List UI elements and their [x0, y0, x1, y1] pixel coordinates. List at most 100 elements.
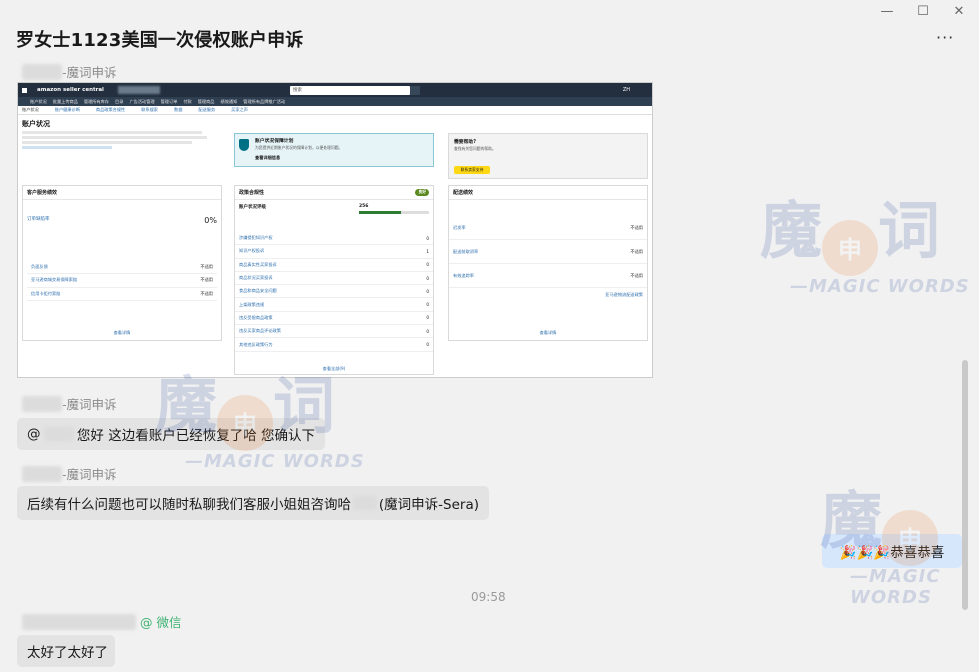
sc-row: 食品和商品安全问题 0	[235, 285, 433, 299]
message-bubble[interactable]: @ 您好 这边看账户已经恢复了哈 您确认下	[17, 418, 325, 450]
sc-panel-title-row: 政策合规性 良好	[235, 186, 433, 200]
sc-row-label: 订单缺陷率	[27, 217, 50, 222]
sc-account-status-title: 账户状况	[22, 120, 50, 128]
sc-row-label: 商品真实性买家投诉	[239, 261, 277, 267]
sc-row: 违反受限商品政策 0	[235, 312, 433, 326]
mention-redacted	[43, 427, 74, 441]
sc-account-desc	[22, 131, 212, 149]
sc-row-value: 0	[426, 288, 429, 294]
sc-score-bar	[359, 211, 429, 214]
sc-row-value: 0	[426, 328, 429, 334]
sc-panel-body: 订单缺陷率 0% 负面反馈 不适用 亚马逊商城交易保障索赔 不适用 信用卡拒付索赔不…	[23, 200, 221, 305]
sc-subtab: 账户状况	[22, 107, 39, 112]
sc-row-label: 商品状况买家投诉	[239, 275, 273, 281]
sc-score-block: 256	[359, 204, 429, 214]
sc-panel-footer: 查看详情	[113, 330, 131, 335]
sc-row-value: 不适用	[200, 290, 213, 296]
sender-name-redacted	[22, 465, 62, 482]
message-sender: -魔词申诉	[22, 464, 117, 483]
sc-subtab: 账户健康诊断	[54, 107, 80, 112]
sc-row: 亚马逊商城交易保障索赔 不适用	[27, 274, 217, 288]
sc-nav-item: 账户状况	[30, 98, 47, 104]
sc-row-value: 不适用	[630, 248, 643, 254]
image-message-screenshot[interactable]: amazon seller central 搜索 ZH 账户状况 批量上传商品 …	[17, 82, 653, 378]
sc-subtab: 数据	[174, 107, 183, 112]
sc-row-label: 信用卡拒付索赔	[31, 290, 61, 296]
sender-suffix: -魔词申诉	[62, 397, 117, 412]
message-text: 后续有什么问题也可以随时私聊我们客服小姐姐咨询哈	[27, 497, 351, 513]
sender-suffix: -魔词申诉	[62, 467, 117, 482]
sc-row-label: 负面反馈	[31, 264, 48, 270]
sc-row-label: 迟发率	[453, 224, 466, 230]
message-text: 您好 这边看账户已经恢复了哈 您确认下	[76, 428, 315, 444]
sc-search: 搜索	[289, 85, 410, 95]
sc-topbar: amazon seller central 搜索 ZH	[18, 83, 652, 97]
sc-row: 其他违反政策行为 0	[235, 338, 433, 352]
message-bubble[interactable]: 太好了太好了	[17, 635, 115, 667]
sc-row: 配送前取消率 不适用	[449, 240, 647, 264]
sc-row-value: 0	[426, 262, 429, 268]
sc-panel-footer: 查看全部(9)	[322, 366, 346, 371]
message-list[interactable]: -魔词申诉 amazon seller central 搜索 ZH 账户状况 批…	[0, 56, 979, 672]
sc-row-value: 0	[426, 342, 429, 348]
close-button[interactable]: ✕	[944, 2, 974, 20]
sc-row: 迟发率 不适用	[449, 216, 647, 240]
sc-row-label: 亚马逊商城交易保障索赔	[31, 277, 78, 283]
sc-odr-row: 订单缺陷率 0%	[27, 216, 217, 225]
sender-suffix: -魔词申诉	[62, 65, 117, 80]
sc-nav-item: 广告活动管理	[129, 98, 155, 104]
sc-row-label: 配送前取消率	[453, 248, 479, 254]
sc-menu-icon	[22, 87, 27, 93]
sc-nav-item: 目录	[115, 98, 124, 104]
sc-subtab: 联系搜索	[141, 107, 158, 112]
sc-row-label: 上架政策违规	[239, 301, 265, 307]
maximize-button[interactable]: ☐	[908, 2, 938, 20]
sc-brand: amazon seller central	[37, 87, 104, 93]
sc-row-value: 0%	[204, 216, 217, 225]
sc-help-body: 查找有关您问题的帮助。	[454, 146, 496, 151]
sc-panel-footer: 查看详情	[539, 330, 557, 335]
sc-row-value: 0	[426, 235, 429, 241]
wechat-tag: @ 微信	[140, 615, 182, 630]
sc-row-value: 0	[426, 275, 429, 281]
sc-shield-icon	[239, 139, 249, 151]
sc-panel-link: 亚马逊物流配送政策	[605, 292, 643, 297]
sender-name-redacted	[22, 395, 62, 412]
sc-row-value: 不适用	[630, 272, 643, 278]
sc-row-label: 有效追踪率	[453, 272, 474, 278]
chat-title: 罗女士1123美国一次侵权账户申诉	[16, 30, 304, 51]
scrollbar[interactable]	[962, 360, 968, 610]
sc-panel-policy: 政策合规性 良好 账户状况评级 256 涉嫌侵犯知识产权 0 知识产权投诉 1 商品…	[234, 185, 434, 375]
sc-help-box: 需要帮助? 查找有关您问题的帮助。 联系卖家支持	[448, 133, 648, 179]
outgoing-message-bubble[interactable]: 🎉🎉🎉恭喜恭喜	[822, 534, 962, 568]
sc-lang: ZH	[622, 87, 630, 93]
sc-score-value: 256	[359, 204, 369, 209]
sc-row-label: 其他违反政策行为	[239, 341, 273, 347]
sc-panel-shipping: 配送绩效 迟发率 不适用 配送前取消率 不适用 有效追踪率 不适用 亚马逊物流配送政策…	[448, 185, 648, 341]
message-bubble[interactable]: 后续有什么问题也可以随时私聊我们客服小姐姐咨询哈 (魔词申诉-Sera)	[17, 486, 489, 520]
sc-help-title: 需要帮助?	[454, 140, 476, 145]
sc-row-label: 违反受限商品政策	[239, 314, 273, 320]
sc-panel-title: 政策合规性	[239, 190, 265, 196]
sc-subtab: 买家之声	[231, 107, 248, 112]
sc-row: 信用卡拒付索赔 不适用	[27, 288, 217, 301]
sc-nav-item: 绩效通知	[220, 98, 238, 104]
sc-row-value: 0	[426, 315, 429, 321]
sc-help-button: 联系卖家支持	[454, 166, 490, 174]
sc-score-label: 账户状况评级	[239, 205, 266, 210]
minimize-button[interactable]: —	[872, 2, 902, 20]
message-sender: -魔词申诉	[22, 62, 117, 81]
timestamp: 09:58	[471, 590, 506, 604]
sc-row: 知识产权投诉 1	[235, 245, 433, 259]
sc-ahr-body: 为您提供近期账户状况的保障计划，以便处理问题。	[255, 145, 343, 150]
sender-name-redacted	[22, 63, 62, 80]
sc-nav-item: 管理订单	[160, 98, 178, 104]
sc-subtabs: 账户状况 账户健康诊断 商品政策合规性 联系搜索 数据 配送服务 买家之声	[18, 106, 652, 115]
sc-nav-item: 批量上传商品	[52, 98, 78, 104]
contact-redacted	[353, 496, 377, 510]
sc-status-badge: 良好	[415, 189, 429, 196]
more-options-icon[interactable]: ···	[936, 28, 954, 47]
sc-row-label: 违反买家商品评论政策	[239, 328, 281, 334]
sc-row-value: 不适用	[200, 264, 213, 270]
sc-nav-item: 管理所有品牌推广活动	[243, 98, 286, 104]
